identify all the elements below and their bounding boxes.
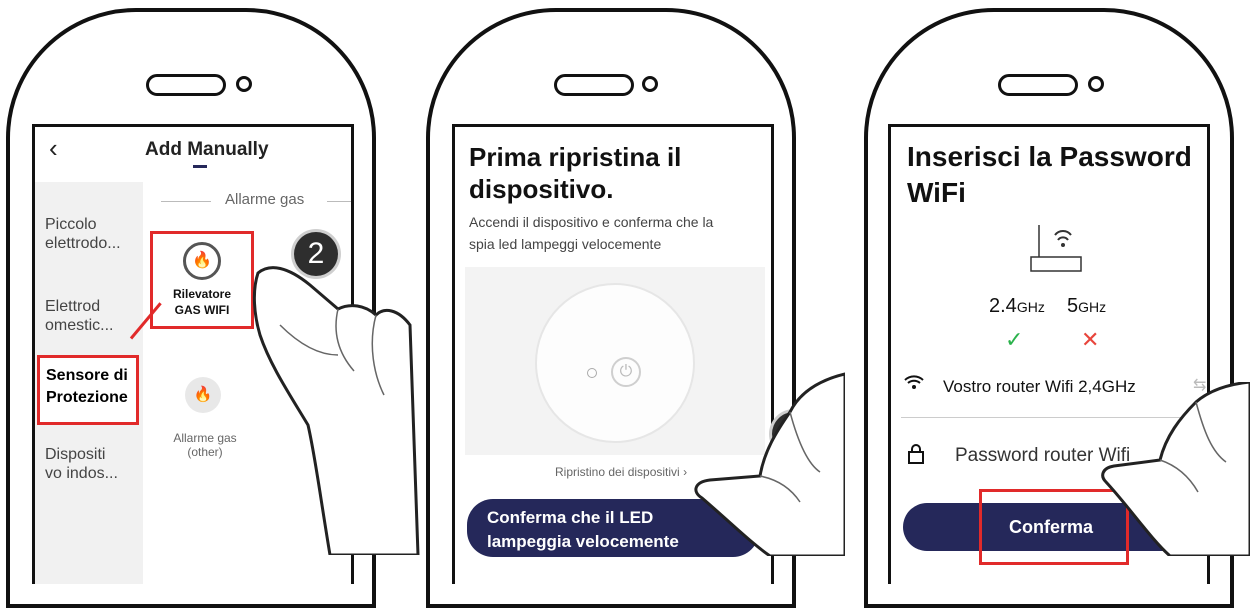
- reset-devices-link[interactable]: Ripristino dei dispositivi ›: [555, 465, 687, 479]
- sidebar-item-sensore-protezione[interactable]: Sensore di Protezione: [37, 355, 139, 425]
- section-divider-left: [161, 201, 211, 202]
- phone-speaker: [998, 74, 1078, 96]
- device-name-line2: (other): [187, 445, 223, 459]
- sidebar-item-dispositivi[interactable]: Dispositi vo indos...: [45, 445, 118, 483]
- page-title: Add Manually: [145, 139, 269, 160]
- phone-camera: [236, 76, 252, 92]
- device-name-line1: Allarme gas: [173, 431, 237, 445]
- router-icon: [1030, 225, 1082, 272]
- flame-icon: 🔥: [185, 377, 221, 413]
- pointing-hand-3: [1101, 382, 1250, 556]
- power-icon: ⏻: [611, 357, 641, 387]
- phone-speaker: [146, 74, 226, 96]
- lock-icon: [908, 444, 924, 464]
- phone-camera: [642, 76, 658, 92]
- cross-icon: ✕: [1081, 327, 1100, 352]
- back-icon[interactable]: ‹: [49, 133, 58, 164]
- flame-icon: 🔥: [183, 242, 221, 280]
- check-icon: ✓: [1005, 327, 1024, 352]
- device-rilevatore-gas-wifi[interactable]: 🔥 Rilevatore GAS WIFI: [150, 231, 254, 329]
- wifi-icon: [903, 373, 925, 397]
- section-label: Allarme gas: [225, 191, 305, 208]
- band-2-4ghz: 2.4GHz: [989, 295, 1045, 317]
- pointing-hand-2: [694, 372, 845, 556]
- sidebar-item-elettrodomestici[interactable]: Elettrod omestic...: [45, 297, 113, 335]
- sidebar-item-piccolo[interactable]: Piccolo elettrodo...: [45, 215, 121, 253]
- band-5ghz: 5GHz: [1067, 295, 1107, 317]
- device-indicator-led: [587, 368, 597, 378]
- phone-speaker: [554, 74, 634, 96]
- title-underline: [193, 165, 207, 168]
- section-divider-right: [327, 201, 351, 202]
- page-subtitle: Accendi il dispositivo e conferma che la…: [469, 214, 714, 252]
- device-name-line2: GAS WIFI: [174, 303, 230, 317]
- pointing-hand-1: [252, 266, 420, 555]
- device-name-line1: Rilevatore: [172, 287, 232, 301]
- phone-camera: [1088, 76, 1104, 92]
- page-title: Prima ripristina il dispositivo.: [469, 142, 682, 204]
- page-title: Inserisci la Password WiFi: [907, 141, 1192, 208]
